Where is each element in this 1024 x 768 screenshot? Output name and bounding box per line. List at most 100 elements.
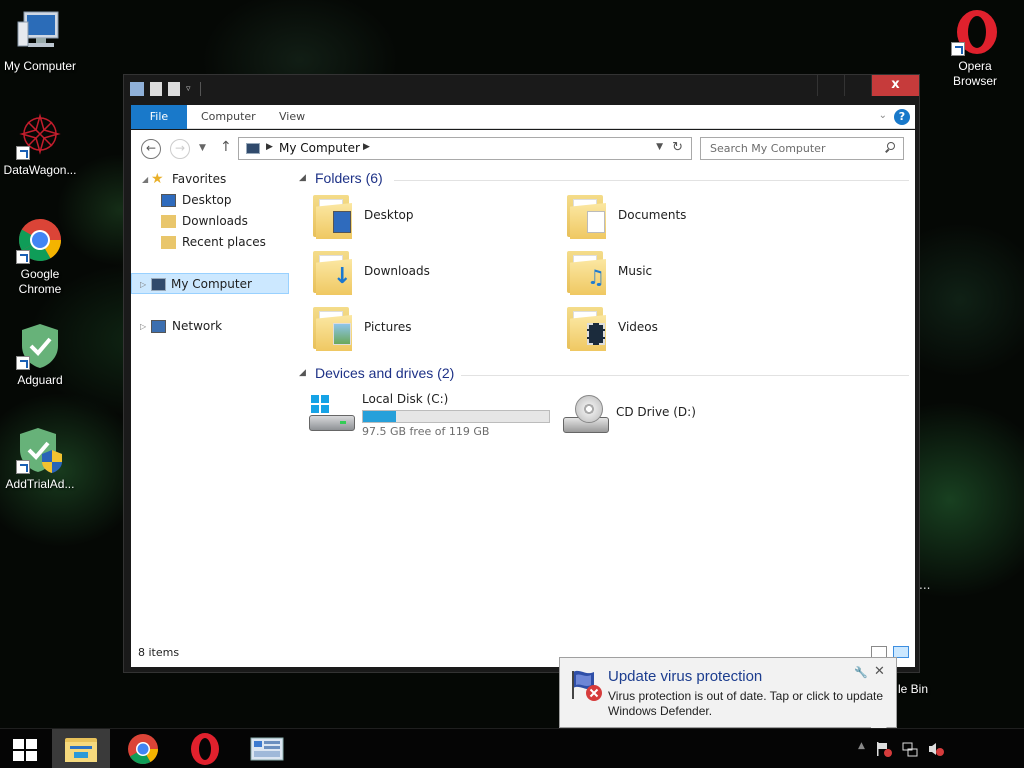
folder-downloads[interactable]: ↓ Downloads [311, 249, 551, 301]
taskbar-opera[interactable] [176, 729, 234, 768]
desktop-folder-icon [161, 194, 176, 207]
expand-arrow-icon[interactable]: ▷ [140, 316, 146, 337]
shortcut-arrow-icon [16, 356, 30, 370]
notification-body: Virus protection is out of date. Tap or … [608, 689, 884, 718]
group-header-devices[interactable]: ◢ Devices and drives (2) [299, 365, 909, 385]
folder-desktop[interactable]: Desktop [311, 193, 551, 245]
taskbar-control-panel[interactable] [238, 729, 296, 768]
tab-computer[interactable]: Computer [191, 105, 266, 129]
navigation-bar: ← → ▼ ↑ ▶ My Computer ▶ ▼ ↻ Search My Co… [131, 130, 915, 168]
recycle-bin-label[interactable]: le Bin [898, 682, 928, 696]
datawagon-icon [16, 112, 64, 160]
up-button[interactable]: ↑ [220, 139, 232, 155]
customize-toolbar-chevron-icon[interactable]: ▿ [186, 85, 194, 94]
nav-network[interactable]: ▷ Network [131, 316, 289, 337]
ribbon-expand-chevron-icon[interactable]: ⌄ [879, 110, 887, 121]
breadcrumb-my-computer[interactable]: My Computer [279, 141, 360, 155]
defender-notification[interactable]: Update virus protection Virus protection… [559, 657, 897, 742]
network-status-icon[interactable] [902, 741, 918, 757]
collapse-group-icon[interactable]: ◢ [299, 368, 306, 378]
back-button[interactable]: ← [141, 139, 161, 159]
nav-desktop[interactable]: Desktop [131, 190, 289, 211]
folder-documents[interactable]: Documents [565, 193, 805, 245]
star-icon: ★ [151, 171, 164, 187]
taskbar-chrome[interactable] [114, 729, 172, 768]
system-tray: ▲ [858, 741, 944, 757]
collapse-group-icon[interactable]: ◢ [299, 173, 306, 183]
address-bar[interactable]: ▶ My Computer ▶ ▼ ↻ [238, 137, 692, 160]
minimize-button[interactable] [817, 75, 844, 96]
new-folder-icon[interactable] [168, 82, 180, 96]
ribbon: File Computer View ⌄ ? [131, 105, 915, 129]
toolbar-divider [200, 82, 201, 96]
start-button[interactable] [0, 729, 48, 768]
downloads-folder-icon [161, 215, 176, 228]
notification-title: Update virus protection [608, 668, 763, 685]
action-center-flag-error-icon[interactable] [876, 741, 892, 757]
desktop-icon-label: AddTrialAd... [5, 477, 75, 491]
desktop-icon-opera[interactable]: Opera Browser [935, 8, 1015, 89]
refresh-icon[interactable]: ↻ [672, 140, 683, 155]
desktop-icon-google-chrome[interactable]: Google Chrome [0, 216, 80, 297]
drive-local-disk-c[interactable]: Local Disk (C:) 97.5 GB free of 119 GB [309, 389, 559, 441]
title-bar[interactable]: ▿ x [124, 75, 919, 104]
navigation-pane: ◢ ★ Favorites Desktop Downloads Recent p… [131, 168, 290, 638]
computer-icon [16, 8, 64, 56]
help-button[interactable]: ? [894, 109, 910, 125]
cd-drive-icon [563, 395, 609, 435]
close-button[interactable]: x [871, 75, 919, 96]
adguard-uac-shield-icon [16, 426, 64, 474]
search-placeholder: Search My Computer [710, 142, 826, 155]
control-panel-icon [250, 737, 284, 761]
desktop-icon-adguard[interactable]: Adguard [0, 322, 80, 388]
search-box[interactable]: Search My Computer [700, 137, 904, 160]
taskbar-file-explorer[interactable] [52, 729, 110, 768]
shortcut-arrow-icon [16, 460, 30, 474]
drive-cd-d[interactable]: CD Drive (D:) [563, 389, 763, 441]
search-icon[interactable] [885, 142, 895, 152]
group-divider [394, 180, 909, 181]
nav-downloads[interactable]: Downloads [131, 211, 289, 232]
desktop-icon-addtrialad[interactable]: AddTrialAd... [0, 426, 80, 492]
group-header-folders[interactable]: ◢ Folders (6) [299, 170, 909, 190]
adguard-shield-icon [16, 322, 64, 370]
properties-icon[interactable] [150, 82, 162, 96]
recent-locations-dropdown[interactable]: ▼ [199, 143, 206, 153]
folder-videos[interactable]: Videos [565, 305, 805, 357]
expand-arrow-icon[interactable]: ▷ [140, 274, 146, 295]
windows-logo-icon [311, 395, 329, 413]
computer-small-icon[interactable] [130, 82, 144, 96]
chrome-icon [16, 216, 64, 264]
nav-recent-places[interactable]: Recent places [131, 232, 289, 253]
nav-favorites[interactable]: ◢ ★ Favorites [131, 169, 289, 190]
nav-my-computer[interactable]: ▷ My Computer [131, 273, 289, 294]
desktop-icon-label: Adguard [17, 373, 63, 387]
breadcrumb-separator-icon[interactable]: ▶ [363, 142, 370, 152]
maximize-button[interactable] [844, 75, 871, 96]
address-history-chevron-icon[interactable]: ▼ [656, 142, 663, 152]
folder-pictures[interactable]: Pictures [311, 305, 551, 357]
forward-button[interactable]: → [170, 139, 190, 159]
speaker-muted-icon[interactable] [928, 741, 944, 757]
group-divider [461, 375, 909, 376]
taskbar: ▲ [0, 728, 1024, 768]
breadcrumb-separator-icon[interactable]: ▶ [266, 142, 273, 152]
computer-small-icon [151, 278, 166, 291]
hard-drive-icon [309, 395, 355, 435]
explorer-window: ▿ x File Computer View ⌄ ? ← → ▼ ↑ ▶ My … [123, 74, 920, 673]
pictures-folder-icon [313, 305, 353, 351]
wrench-settings-icon[interactable]: 🔧 [854, 666, 868, 679]
network-icon [151, 320, 166, 333]
tab-view[interactable]: View [269, 105, 315, 129]
desktop-icon-label: My Computer [3, 59, 77, 73]
show-hidden-icons-chevron-icon[interactable]: ▲ [858, 741, 866, 757]
collapse-arrow-icon[interactable]: ◢ [142, 169, 148, 190]
folder-music[interactable]: ♫ Music [565, 249, 805, 301]
opera-icon [951, 8, 999, 56]
shortcut-arrow-icon [16, 146, 30, 160]
desktop-icon-my-computer[interactable]: My Computer [0, 8, 80, 74]
notification-close-button[interactable]: ✕ [874, 664, 885, 679]
opera-icon [191, 733, 219, 765]
desktop-icon-datawagon[interactable]: DataWagon... [0, 112, 80, 178]
tab-file[interactable]: File [131, 105, 187, 129]
